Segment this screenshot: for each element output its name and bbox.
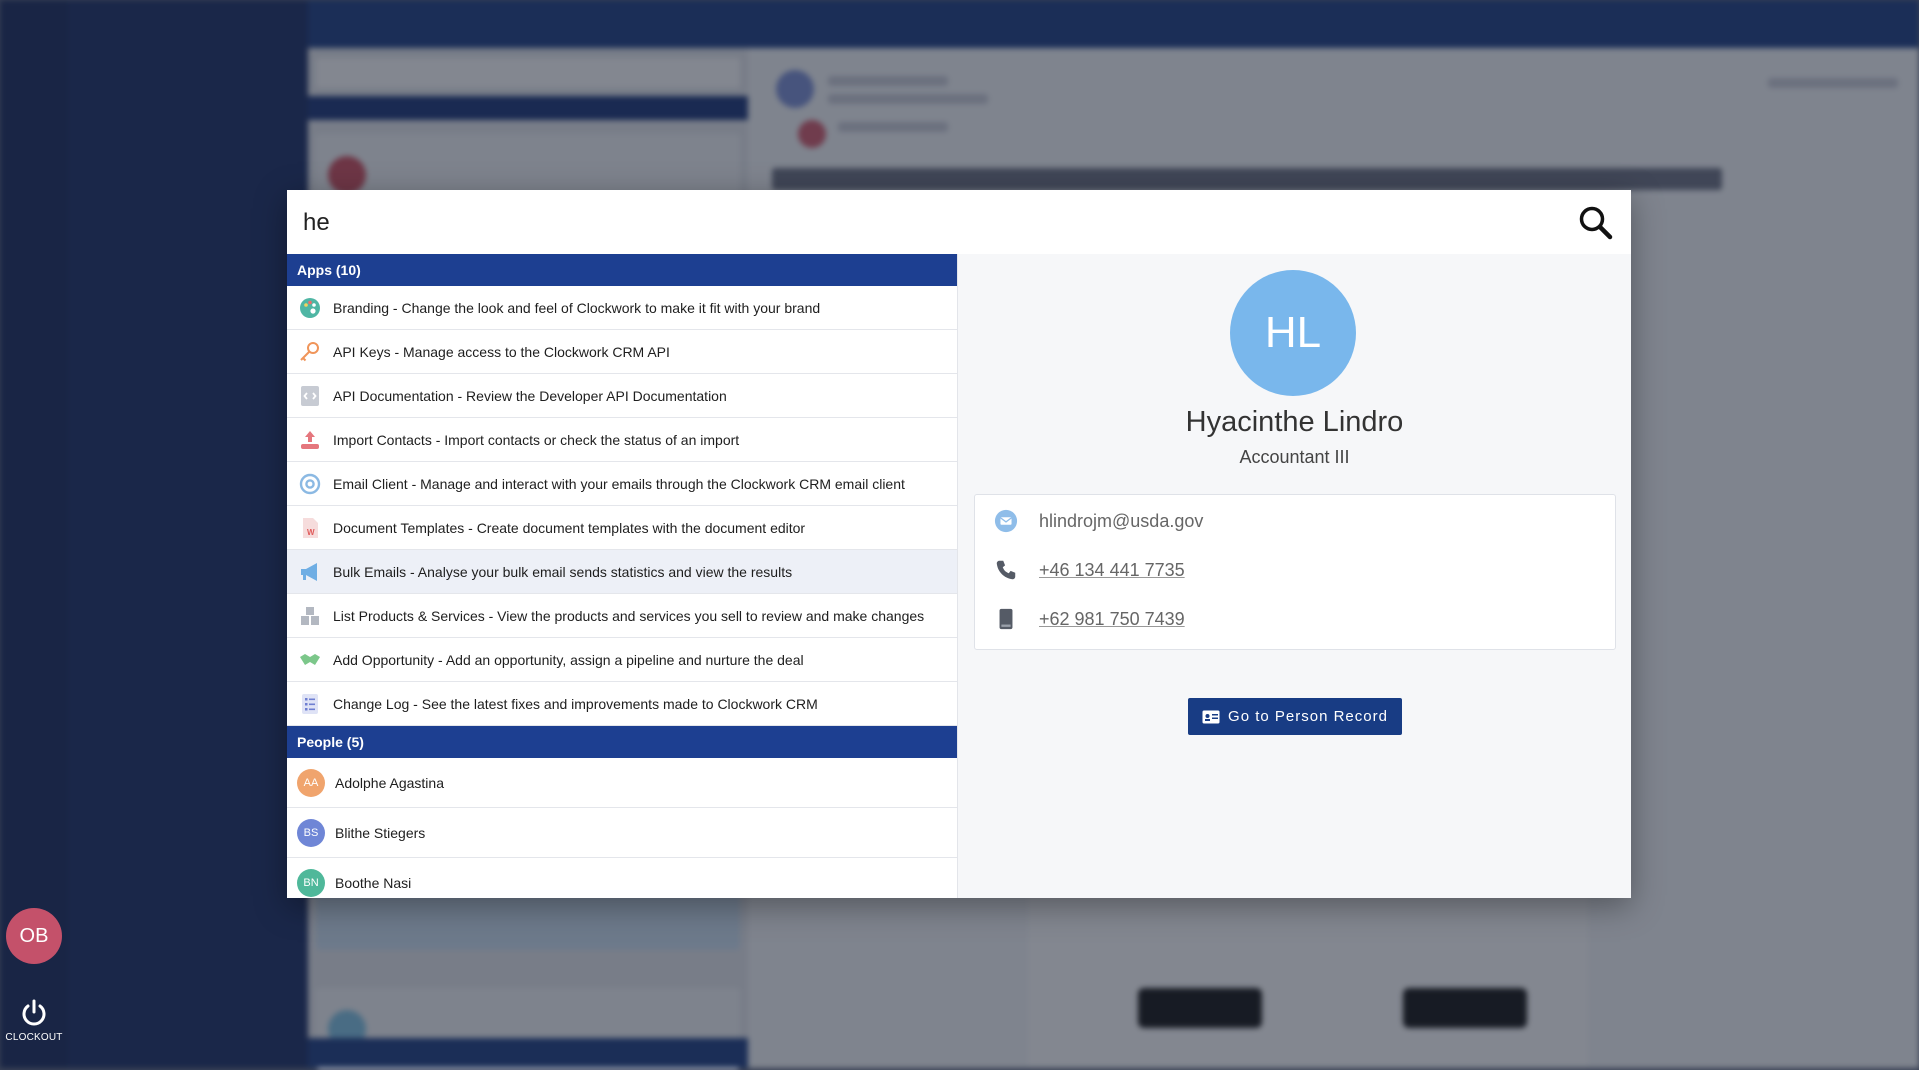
checklist-icon (297, 691, 323, 717)
person-result-name: Boothe Nasi (335, 874, 412, 891)
boxes-icon (297, 603, 323, 629)
word-document-icon: W (297, 515, 323, 541)
avatar: AA (297, 768, 325, 797)
app-result-email-client[interactable]: Email Client - Manage and interact with … (287, 462, 957, 506)
at-sign-icon (297, 471, 323, 497)
avatar: BS (297, 818, 325, 847)
app-result-api-keys[interactable]: API Keys - Manage access to the Clockwor… (287, 330, 957, 374)
global-search-modal: Apps (10) Branding - Change the look and… (287, 190, 1631, 898)
app-result-branding[interactable]: Branding - Change the look and feel of C… (287, 286, 957, 330)
app-result-label: Change Log - See the latest fixes and im… (333, 695, 818, 712)
go-to-person-record-button[interactable]: Go to Person Record (1188, 698, 1402, 735)
email-row: hlindrojm@usda.gov (993, 505, 1203, 537)
person-result[interactable]: AA Adolphe Agastina (287, 758, 957, 808)
app-result-document-templates[interactable]: W Document Templates - Create document t… (287, 506, 957, 550)
app-result-label: Email Client - Manage and interact with … (333, 475, 905, 492)
clockout-label: CLOCKOUT (5, 1032, 63, 1043)
app-result-api-docs[interactable]: API Documentation - Review the Developer… (287, 374, 957, 418)
handshake-icon (297, 647, 323, 673)
clockout-button[interactable]: CLOCKOUT (0, 998, 68, 1043)
person-job-title: Accountant III (1239, 447, 1350, 467)
app-result-label: Add Opportunity - Add an opportunity, as… (333, 651, 804, 668)
phone-icon (993, 557, 1019, 583)
search-icon[interactable] (1577, 204, 1613, 240)
id-card-icon (1202, 710, 1220, 724)
person-mobile[interactable]: +62 981 750 7439 (1039, 609, 1185, 630)
contact-details-card: hlindrojm@usda.gov +46 134 441 7735 +62 … (974, 494, 1616, 650)
upload-icon (297, 427, 323, 453)
go-to-person-record-label: Go to Person Record (1228, 708, 1388, 725)
app-result-label: Bulk Emails - Analyse your bulk email se… (333, 563, 793, 580)
person-result[interactable]: BS Blithe Stiegers (287, 808, 957, 858)
people-section-header: People (5) (287, 726, 957, 758)
app-result-import-contacts[interactable]: Import Contacts - Import contacts or che… (287, 418, 957, 462)
phone-row: +46 134 441 7735 (993, 554, 1185, 586)
palette-icon (297, 295, 323, 321)
app-result-label: List Products & Services - View the prod… (333, 607, 925, 624)
megaphone-icon (297, 559, 323, 585)
person-name: Hyacinthe Lindro (1185, 406, 1404, 438)
avatar: BN (297, 868, 325, 897)
app-result-add-opportunity[interactable]: Add Opportunity - Add an opportunity, as… (287, 638, 957, 682)
person-preview-panel: HL Hyacinthe Lindro Accountant III hlind… (958, 254, 1631, 898)
person-result-name: Adolphe Agastina (335, 774, 444, 791)
app-result-label: Import Contacts - Import contacts or che… (333, 431, 740, 448)
apps-section-header: Apps (10) (287, 254, 957, 286)
app-result-products-services[interactable]: List Products & Services - View the prod… (287, 594, 957, 638)
person-email[interactable]: hlindrojm@usda.gov (1039, 511, 1203, 532)
search-results: Apps (10) Branding - Change the look and… (287, 254, 958, 898)
person-result[interactable]: BN Boothe Nasi (287, 858, 957, 898)
email-icon (993, 508, 1019, 534)
mobile-row: +62 981 750 7439 (993, 603, 1185, 635)
user-avatar[interactable]: OB (6, 908, 62, 964)
key-icon (297, 339, 323, 365)
person-avatar: HL (1230, 270, 1356, 396)
person-phone[interactable]: +46 134 441 7735 (1039, 560, 1185, 581)
app-result-change-log[interactable]: Change Log - See the latest fixes and im… (287, 682, 957, 726)
mobile-phone-icon (993, 606, 1019, 632)
search-bar (287, 190, 1631, 255)
app-result-bulk-emails[interactable]: Bulk Emails - Analyse your bulk email se… (287, 550, 957, 594)
document-icon (297, 383, 323, 409)
app-result-label: API Documentation - Review the Developer… (333, 387, 727, 404)
app-result-label: Document Templates - Create document tem… (333, 519, 806, 536)
power-icon (19, 998, 49, 1028)
svg-text:W: W (307, 528, 315, 537)
search-input[interactable] (301, 202, 1545, 244)
person-result-name: Blithe Stiegers (335, 824, 426, 841)
app-result-label: Branding - Change the look and feel of C… (333, 299, 821, 316)
app-result-label: API Keys - Manage access to the Clockwor… (333, 343, 670, 360)
